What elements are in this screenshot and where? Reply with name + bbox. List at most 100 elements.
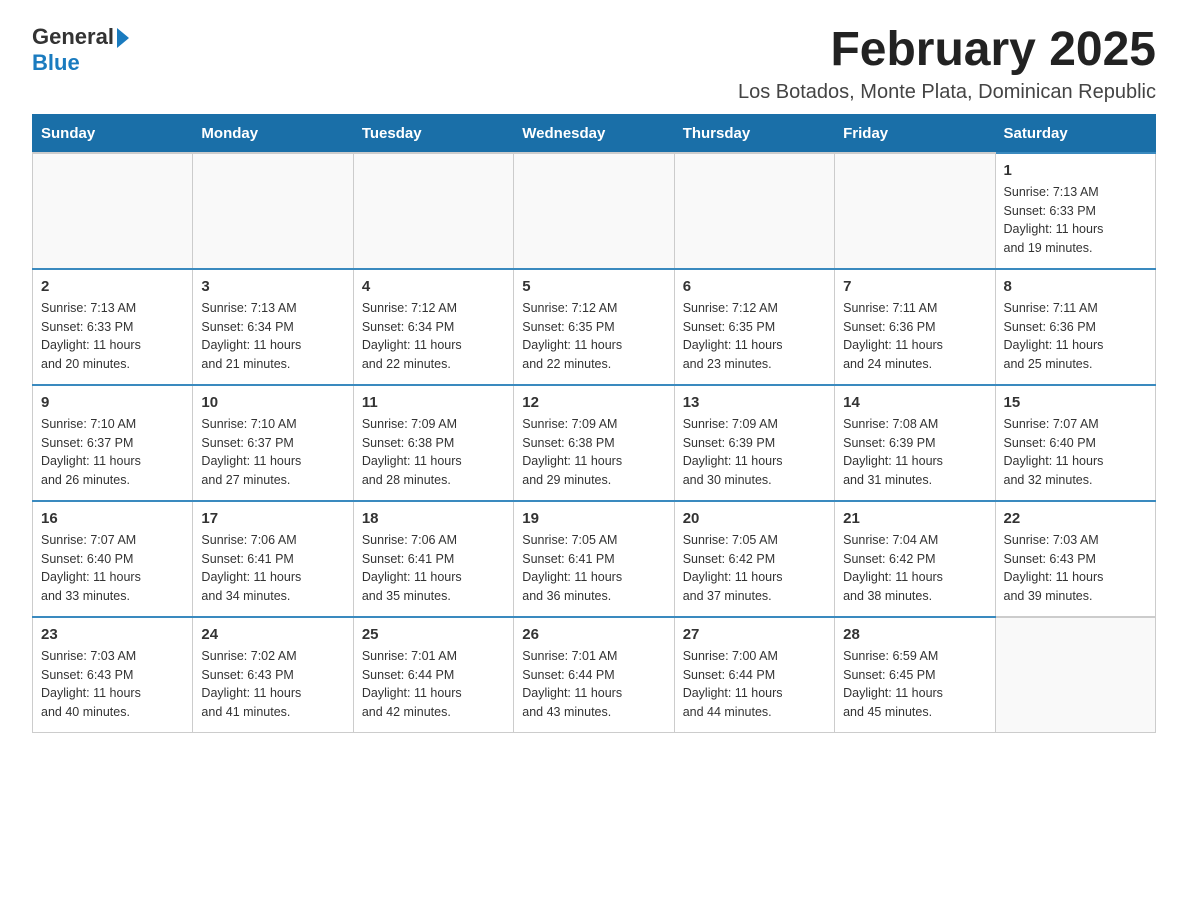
day-info: Sunrise: 7:12 AM Sunset: 6:35 PM Dayligh…	[522, 299, 665, 374]
day-info: Sunrise: 7:03 AM Sunset: 6:43 PM Dayligh…	[41, 647, 184, 722]
weekday-header-wednesday: Wednesday	[514, 114, 674, 153]
day-info: Sunrise: 7:06 AM Sunset: 6:41 PM Dayligh…	[362, 531, 505, 606]
calendar-body: 1 Sunrise: 7:13 AM Sunset: 6:33 PM Daylig…	[33, 153, 1156, 733]
day-info: Sunrise: 7:08 AM Sunset: 6:39 PM Dayligh…	[843, 415, 986, 490]
logo-arrow-icon	[117, 28, 129, 48]
weekday-header-sunday: Sunday	[33, 114, 193, 153]
calendar-cell: 10 Sunrise: 7:10 AM Sunset: 6:37 PM Dayli…	[193, 385, 353, 501]
day-info: Sunrise: 7:01 AM Sunset: 6:44 PM Dayligh…	[522, 647, 665, 722]
weekday-header-tuesday: Tuesday	[353, 114, 513, 153]
day-number: 15	[1004, 394, 1147, 411]
weekday-header-friday: Friday	[835, 114, 995, 153]
day-info: Sunrise: 7:12 AM Sunset: 6:34 PM Dayligh…	[362, 299, 505, 374]
calendar-cell: 16Sunrise: 7:07 AM Sunset: 6:40 PM Dayli…	[33, 501, 193, 617]
day-info: Sunrise: 7:07 AM Sunset: 6:40 PM Dayligh…	[1004, 415, 1147, 490]
calendar-cell: 27 Sunrise: 7:00 AM Sunset: 6:44 PM Dayli…	[674, 617, 834, 733]
day-info: Sunrise: 7:01 AM Sunset: 6:44 PM Dayligh…	[362, 647, 505, 722]
calendar-cell	[674, 153, 834, 269]
calendar-cell	[514, 153, 674, 269]
calendar-table: SundayMondayTuesdayWednesdayThursdayFrid…	[32, 114, 1156, 733]
day-info: Sunrise: 7:09 AM Sunset: 6:38 PM Dayligh…	[522, 415, 665, 490]
day-info: Sunrise: 7:05 AM Sunset: 6:42 PM Dayligh…	[683, 531, 826, 606]
day-number: 4	[362, 278, 505, 295]
calendar-cell: 9 Sunrise: 7:10 AM Sunset: 6:37 PM Daylig…	[33, 385, 193, 501]
calendar-cell: 18 Sunrise: 7:06 AM Sunset: 6:41 PM Dayli…	[353, 501, 513, 617]
day-info: Sunrise: 7:10 AM Sunset: 6:37 PM Dayligh…	[201, 415, 344, 490]
weekday-header-thursday: Thursday	[674, 114, 834, 153]
page-header: General Blue February 2025 Los Botados, …	[32, 24, 1156, 104]
calendar-cell: 19 Sunrise: 7:05 AM Sunset: 6:41 PM Dayli…	[514, 501, 674, 617]
day-number: 19	[522, 510, 665, 527]
calendar-cell: 20 Sunrise: 7:05 AM Sunset: 6:42 PM Dayli…	[674, 501, 834, 617]
calendar-subtitle: Los Botados, Monte Plata, Dominican Repu…	[738, 81, 1156, 104]
calendar-title: February 2025	[738, 24, 1156, 77]
calendar-cell: 4 Sunrise: 7:12 AM Sunset: 6:34 PM Daylig…	[353, 269, 513, 385]
day-info: Sunrise: 7:07 AM Sunset: 6:40 PM Dayligh…	[41, 531, 184, 606]
logo-general: General	[32, 24, 114, 50]
day-info: Sunrise: 7:11 AM Sunset: 6:36 PM Dayligh…	[843, 299, 986, 374]
calendar-cell: 14 Sunrise: 7:08 AM Sunset: 6:39 PM Dayli…	[835, 385, 995, 501]
calendar-week-4: 16Sunrise: 7:07 AM Sunset: 6:40 PM Dayli…	[33, 501, 1156, 617]
calendar-cell	[995, 617, 1155, 733]
calendar-cell: 17 Sunrise: 7:06 AM Sunset: 6:41 PM Dayli…	[193, 501, 353, 617]
day-info: Sunrise: 7:02 AM Sunset: 6:43 PM Dayligh…	[201, 647, 344, 722]
calendar-week-3: 9 Sunrise: 7:10 AM Sunset: 6:37 PM Daylig…	[33, 385, 1156, 501]
calendar-cell: 1 Sunrise: 7:13 AM Sunset: 6:33 PM Daylig…	[995, 153, 1155, 269]
day-number: 20	[683, 510, 826, 527]
day-info: Sunrise: 7:11 AM Sunset: 6:36 PM Dayligh…	[1004, 299, 1147, 374]
day-number: 14	[843, 394, 986, 411]
calendar-week-5: 23 Sunrise: 7:03 AM Sunset: 6:43 PM Dayli…	[33, 617, 1156, 733]
logo-blue: Blue	[32, 50, 80, 76]
day-number: 13	[683, 394, 826, 411]
calendar-cell	[835, 153, 995, 269]
calendar-header: SundayMondayTuesdayWednesdayThursdayFrid…	[33, 114, 1156, 153]
day-number: 12	[522, 394, 665, 411]
day-info: Sunrise: 7:09 AM Sunset: 6:39 PM Dayligh…	[683, 415, 826, 490]
calendar-cell: 11 Sunrise: 7:09 AM Sunset: 6:38 PM Dayli…	[353, 385, 513, 501]
day-info: Sunrise: 7:13 AM Sunset: 6:33 PM Dayligh…	[41, 299, 184, 374]
day-info: Sunrise: 7:10 AM Sunset: 6:37 PM Dayligh…	[41, 415, 184, 490]
day-info: Sunrise: 7:06 AM Sunset: 6:41 PM Dayligh…	[201, 531, 344, 606]
calendar-cell: 3Sunrise: 7:13 AM Sunset: 6:34 PM Daylig…	[193, 269, 353, 385]
logo: General Blue	[32, 24, 129, 76]
day-info: Sunrise: 7:12 AM Sunset: 6:35 PM Dayligh…	[683, 299, 826, 374]
calendar-cell	[193, 153, 353, 269]
calendar-cell	[33, 153, 193, 269]
day-info: Sunrise: 7:00 AM Sunset: 6:44 PM Dayligh…	[683, 647, 826, 722]
day-number: 21	[843, 510, 986, 527]
calendar-cell	[353, 153, 513, 269]
day-number: 24	[201, 626, 344, 643]
weekday-row: SundayMondayTuesdayWednesdayThursdayFrid…	[33, 114, 1156, 153]
day-number: 10	[201, 394, 344, 411]
calendar-week-1: 1 Sunrise: 7:13 AM Sunset: 6:33 PM Daylig…	[33, 153, 1156, 269]
day-info: Sunrise: 7:05 AM Sunset: 6:41 PM Dayligh…	[522, 531, 665, 606]
day-number: 9	[41, 394, 184, 411]
calendar-cell: 5 Sunrise: 7:12 AM Sunset: 6:35 PM Daylig…	[514, 269, 674, 385]
calendar-cell: 7Sunrise: 7:11 AM Sunset: 6:36 PM Daylig…	[835, 269, 995, 385]
calendar-cell: 22 Sunrise: 7:03 AM Sunset: 6:43 PM Dayli…	[995, 501, 1155, 617]
day-number: 23	[41, 626, 184, 643]
day-info: Sunrise: 7:09 AM Sunset: 6:38 PM Dayligh…	[362, 415, 505, 490]
calendar-cell: 12 Sunrise: 7:09 AM Sunset: 6:38 PM Dayli…	[514, 385, 674, 501]
day-number: 1	[1004, 162, 1147, 179]
day-info: Sunrise: 7:13 AM Sunset: 6:33 PM Dayligh…	[1004, 183, 1147, 258]
calendar-cell: 23 Sunrise: 7:03 AM Sunset: 6:43 PM Dayli…	[33, 617, 193, 733]
day-number: 3	[201, 278, 344, 295]
day-number: 18	[362, 510, 505, 527]
day-number: 27	[683, 626, 826, 643]
calendar-cell: 2 Sunrise: 7:13 AM Sunset: 6:33 PM Daylig…	[33, 269, 193, 385]
calendar-cell: 8Sunrise: 7:11 AM Sunset: 6:36 PM Daylig…	[995, 269, 1155, 385]
day-number: 22	[1004, 510, 1147, 527]
calendar-cell: 21 Sunrise: 7:04 AM Sunset: 6:42 PM Dayli…	[835, 501, 995, 617]
weekday-header-saturday: Saturday	[995, 114, 1155, 153]
day-number: 28	[843, 626, 986, 643]
day-info: Sunrise: 6:59 AM Sunset: 6:45 PM Dayligh…	[843, 647, 986, 722]
day-number: 2	[41, 278, 184, 295]
day-number: 17	[201, 510, 344, 527]
day-info: Sunrise: 7:04 AM Sunset: 6:42 PM Dayligh…	[843, 531, 986, 606]
day-number: 11	[362, 394, 505, 411]
day-number: 5	[522, 278, 665, 295]
weekday-header-monday: Monday	[193, 114, 353, 153]
calendar-cell: 26Sunrise: 7:01 AM Sunset: 6:44 PM Dayli…	[514, 617, 674, 733]
day-info: Sunrise: 7:03 AM Sunset: 6:43 PM Dayligh…	[1004, 531, 1147, 606]
